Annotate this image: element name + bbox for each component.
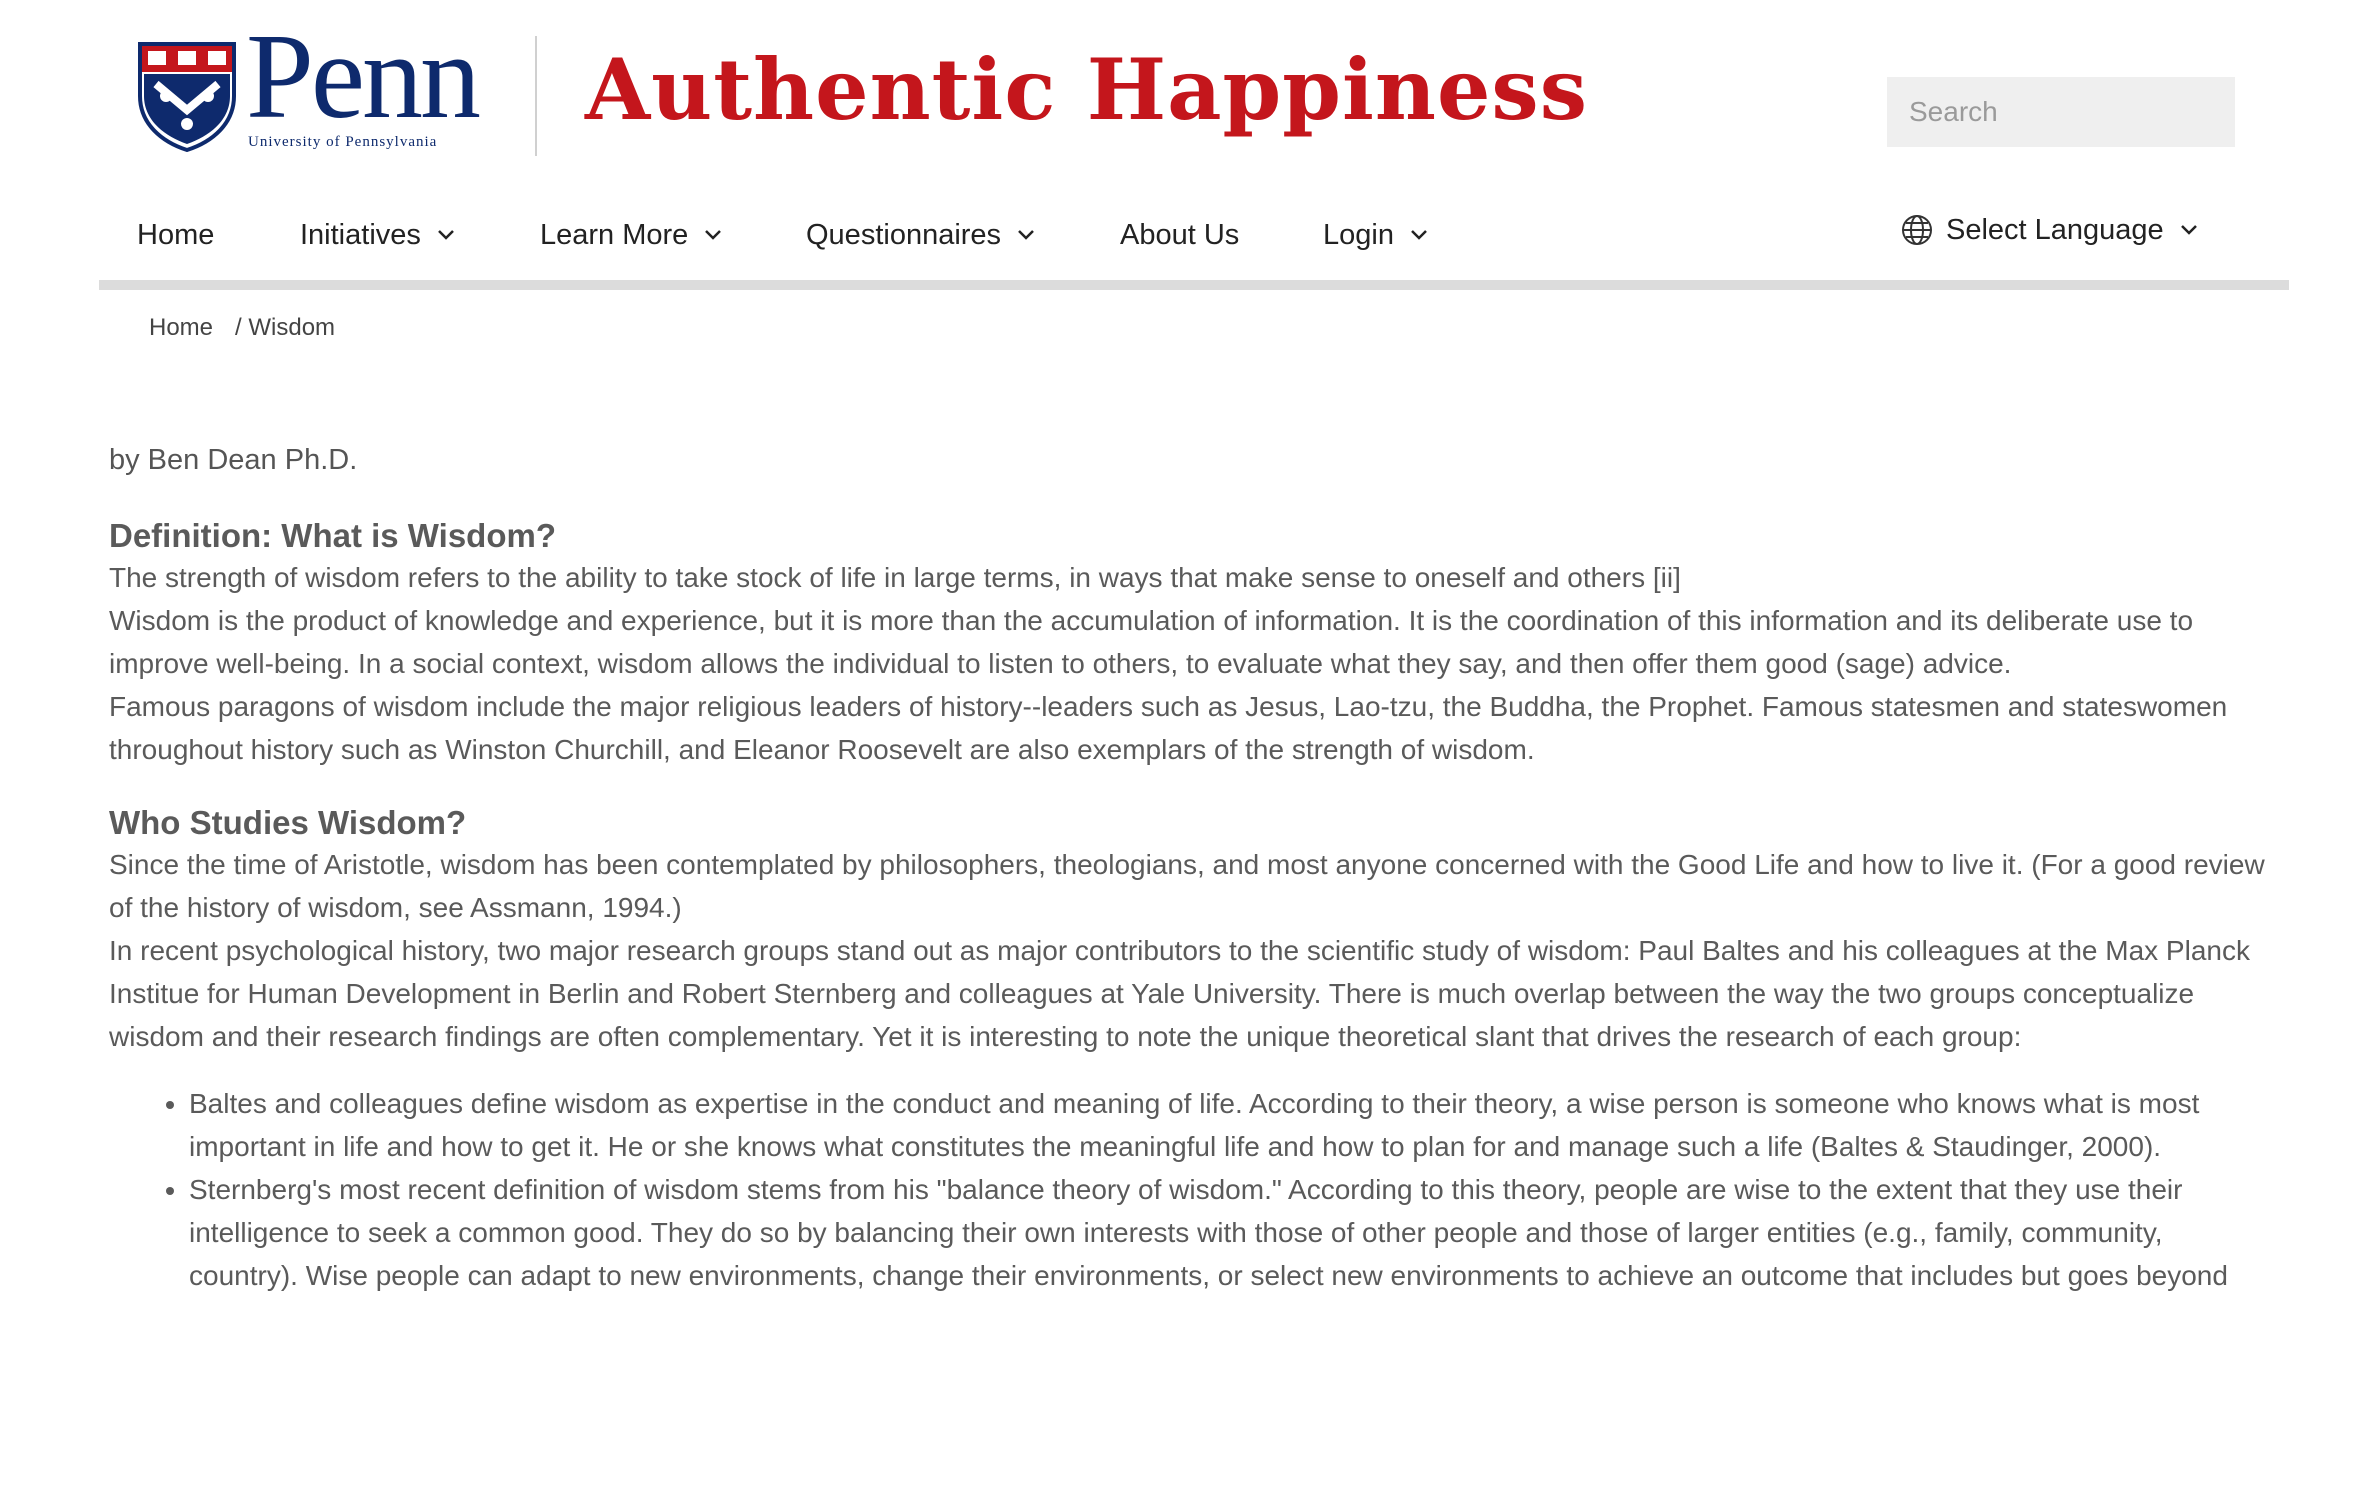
nav-item-label: Login xyxy=(1323,218,1394,251)
nav-item-label: About Us xyxy=(1120,218,1240,251)
article-byline: by Ben Dean Ph.D. xyxy=(109,444,358,476)
nav-item-label: Initiatives xyxy=(300,218,421,251)
paragraph: Famous paragons of wisdom include the ma… xyxy=(109,691,2228,765)
language-label: Select Language xyxy=(1946,213,2164,246)
breadcrumb-home-link[interactable]: Home xyxy=(149,314,213,342)
breadcrumb: Home / Wisdom xyxy=(149,314,335,342)
chevron-down-icon xyxy=(1018,230,1034,240)
search-input[interactable] xyxy=(1887,77,2235,147)
penn-wordmark: Penn xyxy=(246,9,481,144)
paragraph: The strength of wisdom refers to the abi… xyxy=(109,562,1681,593)
nav-item-login[interactable]: Login xyxy=(1323,205,1428,265)
penn-shield-icon xyxy=(138,42,236,152)
nav-item-initiatives[interactable]: Initiatives xyxy=(300,205,455,265)
nav-item-label: Learn More xyxy=(540,218,689,251)
paragraph: Since the time of Aristotle, wisdom has … xyxy=(109,849,2265,923)
nav-item-label: Home xyxy=(137,218,215,251)
penn-subtitle: University of Pennsylvania xyxy=(248,134,438,150)
paragraph: In recent psychological history, two maj… xyxy=(109,935,2250,1052)
nav-item-questionnaires[interactable]: Questionnaires xyxy=(806,205,1035,265)
research-groups-list: Baltes and colleagues define wisdom as e… xyxy=(109,1082,2269,1297)
nav-item-learn-more[interactable]: Learn More xyxy=(540,205,722,265)
chevron-down-icon xyxy=(2180,225,2197,235)
site-title[interactable]: Authentic Happiness xyxy=(585,41,1588,139)
list-item: Baltes and colleagues define wisdom as e… xyxy=(189,1082,2269,1168)
breadcrumb-current: / Wisdom xyxy=(235,314,336,341)
nav-underline-bar xyxy=(99,280,2289,290)
heading-who-studies: Who Studies Wisdom? xyxy=(109,804,467,841)
nav-item-label: Questionnaires xyxy=(806,218,1002,251)
list-item: Sternberg's most recent definition of wi… xyxy=(189,1168,2269,1297)
heading-definition: Definition: What is Wisdom? xyxy=(109,517,556,554)
site-header: Penn University of Pennsylvania Authenti… xyxy=(0,0,2378,185)
nav-item-home[interactable]: Home xyxy=(137,205,214,265)
language-selector[interactable]: Select Language xyxy=(1900,200,2198,260)
globe-icon xyxy=(1902,215,1932,245)
paragraph: Wisdom is the product of knowledge and e… xyxy=(109,605,2194,679)
chevron-down-icon xyxy=(1411,230,1427,240)
chevron-down-icon xyxy=(438,230,454,240)
logo-divider xyxy=(535,36,537,156)
page: Penn University of Pennsylvania Authenti… xyxy=(0,0,2378,1496)
chevron-down-icon xyxy=(705,230,722,240)
nav-item-about-us[interactable]: About Us xyxy=(1120,205,1239,265)
article-content: by Ben Dean Ph.D. Definition: What is Wi… xyxy=(109,430,2269,1297)
